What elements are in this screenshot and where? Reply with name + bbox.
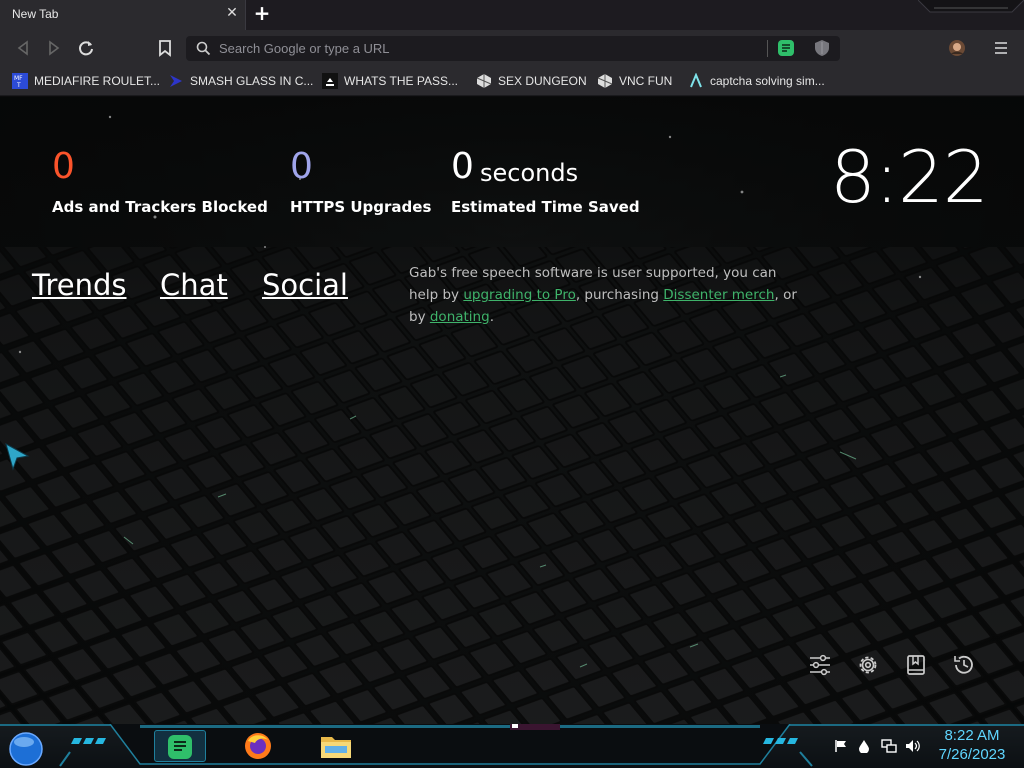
time-saved-unit: seconds bbox=[480, 159, 579, 187]
network-icon[interactable] bbox=[881, 739, 897, 753]
window-frame-ornament bbox=[918, 0, 1024, 13]
file-explorer-icon[interactable] bbox=[319, 731, 353, 761]
customize-icon[interactable] bbox=[807, 652, 833, 678]
taskbar-clock-time[interactable]: 8:22 AM bbox=[932, 727, 1012, 744]
menu-icon[interactable] bbox=[993, 40, 1009, 56]
svg-text:MF: MF bbox=[14, 75, 23, 82]
profile-avatar[interactable] bbox=[948, 39, 966, 57]
bookmark-sex-dungeon[interactable]: SEX DUNGEON bbox=[476, 72, 587, 90]
taskbar-clock-date[interactable]: 7/26/2023 bbox=[932, 746, 1012, 763]
donating-link[interactable]: donating bbox=[430, 309, 490, 325]
bookmarks-icon[interactable] bbox=[903, 652, 929, 678]
bookmark-captcha-solving[interactable]: captcha solving sim... bbox=[688, 72, 825, 90]
settings-icon[interactable] bbox=[855, 652, 881, 678]
time-saved-label: Estimated Time Saved bbox=[451, 198, 640, 216]
trends-link[interactable]: Trends bbox=[32, 268, 126, 302]
gab-text-part: , purchasing bbox=[575, 287, 664, 303]
bookmark-label: MEDIAFIRE ROULET... bbox=[34, 74, 161, 88]
https-upgrades-count: 0 bbox=[290, 146, 313, 187]
firefox-icon[interactable] bbox=[243, 731, 273, 761]
volume-icon[interactable] bbox=[905, 739, 921, 753]
bookmark-label: captcha solving sim... bbox=[710, 74, 825, 88]
bookmark-whats-the-pass[interactable]: WHATS THE PASS... bbox=[322, 72, 458, 90]
captcha-icon bbox=[690, 73, 702, 88]
gab-text-part: . bbox=[489, 309, 494, 325]
address-placeholder: Search Google or type a URL bbox=[219, 41, 390, 56]
dungeon-icon bbox=[476, 74, 492, 88]
cursor-icon bbox=[5, 442, 30, 471]
flag-icon[interactable] bbox=[834, 739, 848, 753]
taskbar-app-sublime[interactable] bbox=[154, 730, 206, 762]
sublime-text-icon bbox=[168, 735, 192, 759]
bookmark-label: VNC FUN bbox=[619, 74, 673, 88]
smash-glass-icon bbox=[170, 75, 182, 87]
time-saved-count: 0 bbox=[451, 146, 474, 187]
ads-blocked-label: Ads and Trackers Blocked bbox=[52, 198, 268, 216]
upgrade-to-pro-link[interactable]: upgrading to Pro bbox=[463, 287, 576, 303]
chat-link[interactable]: Chat bbox=[160, 268, 228, 302]
bookmarks-bar: MF T MEDIAFIRE ROULET... SMASH GLASS IN C… bbox=[0, 66, 1024, 96]
password-icon bbox=[322, 73, 338, 89]
back-icon[interactable] bbox=[12, 37, 34, 59]
https-upgrades-label: HTTPS Upgrades bbox=[290, 198, 432, 216]
shield-icon[interactable] bbox=[813, 39, 831, 57]
reload-icon[interactable] bbox=[75, 37, 97, 59]
mediafire-icon: MFT bbox=[12, 73, 28, 89]
brave-talk-icon[interactable] bbox=[777, 39, 795, 57]
tab-title: New Tab bbox=[12, 7, 59, 21]
tab-close-icon[interactable]: ✕ bbox=[224, 5, 240, 21]
ads-blocked-count: 0 bbox=[52, 146, 75, 187]
svg-text:T: T bbox=[16, 82, 21, 89]
water-drop-icon[interactable] bbox=[858, 739, 870, 753]
bookmark-vnc-fun[interactable]: VNC FUN bbox=[597, 72, 672, 90]
bookmark-smash-glass[interactable]: SMASH GLASS IN C... bbox=[168, 72, 313, 90]
gab-support-message: Gab's free speech software is user suppo… bbox=[409, 262, 804, 328]
start-button[interactable] bbox=[6, 729, 46, 767]
bookmark-label: SMASH GLASS IN C... bbox=[190, 74, 314, 88]
dissenter-merch-link[interactable]: Dissenter merch bbox=[663, 287, 774, 303]
forward-icon[interactable] bbox=[43, 37, 65, 59]
clock: 8:22 bbox=[830, 135, 989, 219]
bookmark-label: SEX DUNGEON bbox=[498, 74, 587, 88]
search-icon bbox=[196, 41, 211, 56]
new-tab-button[interactable]: + bbox=[252, 3, 272, 24]
vnc-icon bbox=[597, 74, 613, 88]
history-icon[interactable] bbox=[951, 652, 977, 678]
social-link[interactable]: Social bbox=[262, 268, 348, 302]
omnibox-divider bbox=[767, 40, 768, 57]
bookmark-mediafire[interactable]: MF T MEDIAFIRE ROULET... bbox=[12, 72, 160, 90]
bookmark-label: WHATS THE PASS... bbox=[344, 74, 459, 88]
bookmark-icon[interactable] bbox=[154, 37, 176, 59]
